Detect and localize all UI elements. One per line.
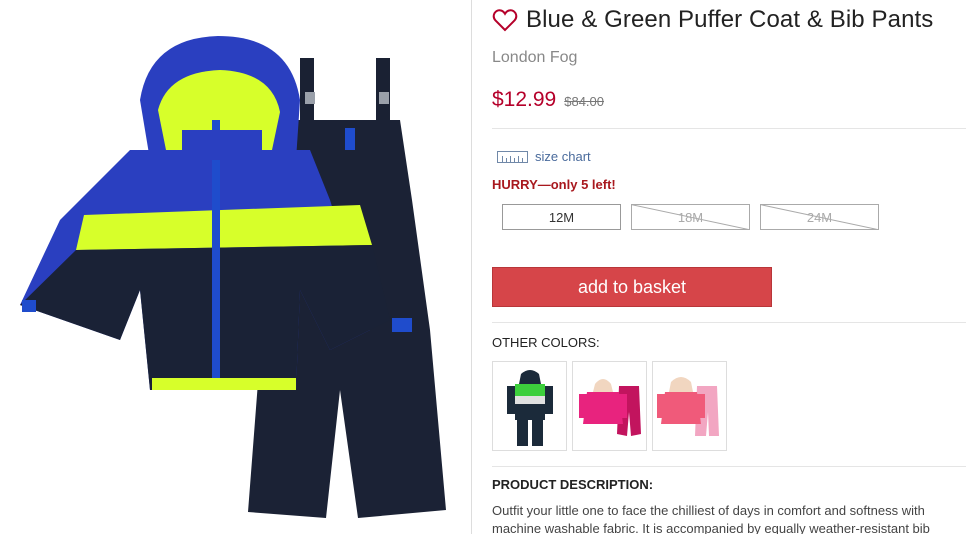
product-title: Blue & Green Puffer Coat & Bib Pants: [526, 6, 934, 33]
divider: [492, 466, 966, 467]
size-option-18m[interactable]: 18M: [631, 204, 750, 230]
product-image-pane: [0, 0, 472, 534]
size-chart-link[interactable]: size chart: [497, 149, 591, 164]
color-option-fuchsia[interactable]: [572, 361, 647, 451]
size-options: 12M 18M 24M: [502, 204, 889, 230]
description-line: machine washable fabric. It is accompani…: [492, 521, 930, 534]
title-row: Blue & Green Puffer Coat & Bib Pants: [492, 6, 933, 34]
sale-price: $12.99: [492, 88, 557, 111]
color-option-pink-floral[interactable]: [652, 361, 727, 451]
divider: [492, 322, 966, 323]
size-chart-label: size chart: [535, 149, 591, 164]
price-row: $12.99 $84.00: [492, 88, 604, 112]
stock-warning: HURRY—only 5 left!: [492, 177, 616, 192]
brand-name[interactable]: London Fog: [492, 49, 577, 67]
description-label: PRODUCT DESCRIPTION:: [492, 477, 654, 492]
heart-outline-icon[interactable]: [492, 8, 518, 32]
other-colors-list: [492, 361, 732, 451]
product-image[interactable]: [0, 0, 472, 534]
color-option-green-navy[interactable]: [492, 361, 567, 451]
size-option-24m[interactable]: 24M: [760, 204, 879, 230]
size-option-12m[interactable]: 12M: [502, 204, 621, 230]
original-price: $84.00: [564, 94, 604, 109]
ruler-icon: [497, 150, 528, 163]
description-text: Outfit your little one to face the chill…: [492, 502, 966, 534]
add-to-basket-button[interactable]: add to basket: [492, 267, 772, 307]
other-colors-label: OTHER COLORS:: [492, 335, 600, 350]
divider: [492, 128, 966, 129]
product-details: Blue & Green Puffer Coat & Bib Pants Lon…: [492, 0, 966, 534]
description-line: Outfit your little one to face the chill…: [492, 503, 925, 518]
